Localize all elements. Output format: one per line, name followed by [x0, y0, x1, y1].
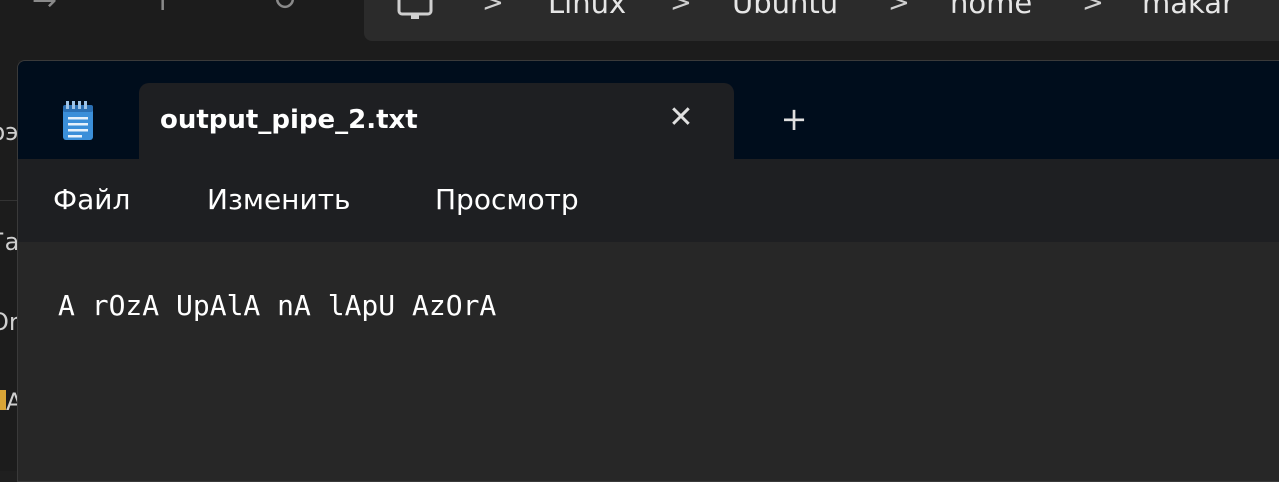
forward-icon[interactable]: →: [32, 0, 57, 16]
close-icon[interactable]: ✕: [666, 103, 696, 133]
tab-output-pipe[interactable]: output_pipe_2.txt ✕: [139, 83, 734, 161]
text-editor[interactable]: A rOzA UpAlA nA lApU AzOrA: [18, 242, 1279, 481]
breadcrumb-ubuntu[interactable]: Ubuntu: [732, 0, 838, 21]
notepad-icon: [63, 101, 93, 140]
breadcrumb-home[interactable]: home: [950, 0, 1032, 21]
explorer-toolbar: → ↑ ↻ > Linux > Ubuntu > home > makar: [0, 0, 1279, 60]
up-icon[interactable]: ↑: [150, 0, 175, 16]
menu-file[interactable]: Файл: [53, 183, 130, 217]
breadcrumb-separator: >: [1082, 0, 1104, 18]
editor-content[interactable]: A rOzA UpAlA nA lApU AzOrA: [58, 289, 496, 323]
breadcrumb-makar[interactable]: makar: [1142, 0, 1234, 21]
sidebar-divider: [0, 200, 18, 201]
sidebar-fragment: Or: [0, 308, 19, 336]
tab-title: output_pipe_2.txt: [160, 105, 418, 135]
sidebar-fragment: рэ: [0, 118, 19, 146]
breadcrumb-separator: >: [482, 0, 504, 18]
menu-bar: Файл Изменить Просмотр: [18, 159, 1279, 242]
explorer-sidebar: рэ Га Or A: [0, 60, 22, 471]
breadcrumb-separator: >: [670, 0, 692, 18]
refresh-icon[interactable]: ↻: [272, 0, 297, 16]
menu-view[interactable]: Просмотр: [435, 183, 579, 217]
breadcrumb-linux[interactable]: Linux: [548, 0, 626, 21]
new-tab-button[interactable]: +: [778, 103, 810, 135]
breadcrumb-separator: >: [888, 0, 910, 18]
this-pc-icon: [397, 0, 433, 19]
notepad-window: output_pipe_2.txt ✕ + Файл Изменить Прос…: [17, 60, 1279, 482]
title-bar: output_pipe_2.txt ✕ +: [18, 61, 1279, 161]
menu-edit[interactable]: Изменить: [207, 183, 351, 217]
